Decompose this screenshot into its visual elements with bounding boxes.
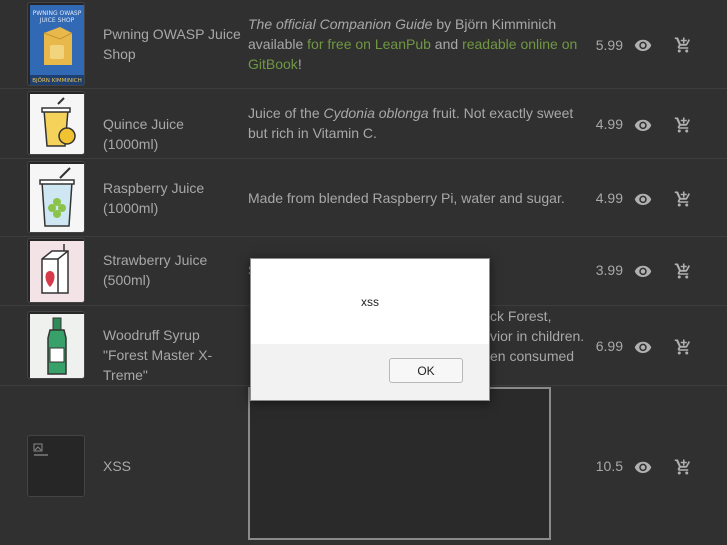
product-name: Pwning OWASP Juice Shop xyxy=(103,26,241,62)
product-name: Strawberry Juice (500ml) xyxy=(103,252,208,288)
product-image[interactable] xyxy=(27,435,85,497)
embedded-iframe[interactable] xyxy=(248,387,551,540)
desc-text: Made from blended Raspberry Pi, water an… xyxy=(248,190,565,206)
svg-text:BJÖRN KIMMINICH: BJÖRN KIMMINICH xyxy=(32,77,81,84)
add-to-basket-icon[interactable] xyxy=(674,190,692,208)
add-to-basket-icon[interactable] xyxy=(674,116,692,134)
product-description: The official Companion Guide by Björn Ki… xyxy=(248,14,583,74)
product-description: Made from blended Raspberry Pi, water an… xyxy=(248,188,583,208)
eye-icon[interactable] xyxy=(634,116,652,134)
desc-text: ! xyxy=(297,56,302,72)
table-row: Quince Juice (1000ml) Juice of the Cydon… xyxy=(0,88,727,159)
eye-icon[interactable] xyxy=(634,36,652,54)
alert-message: xss xyxy=(361,295,379,309)
product-price: 6.99 xyxy=(595,338,623,354)
product-description: ck Forest, vior in children. en consumed xyxy=(490,306,585,366)
ok-button[interactable]: OK xyxy=(389,358,463,383)
product-name: XSS xyxy=(103,458,132,474)
desc-italic: The official Companion Guide xyxy=(248,16,433,32)
add-to-basket-icon[interactable] xyxy=(674,338,692,356)
book-cover-icon: PWNING OWASP JUICE SHOP BJÖRN KIMMINICH xyxy=(30,5,84,85)
eye-icon[interactable] xyxy=(634,458,652,476)
product-price: 5.99 xyxy=(595,37,623,53)
product-price: 4.99 xyxy=(595,190,623,206)
alert-dialog: xss OK xyxy=(250,258,490,401)
add-to-basket-icon[interactable] xyxy=(674,458,692,476)
raspberry-juice-icon xyxy=(30,164,84,232)
desc-line: vior in children. xyxy=(490,328,585,344)
add-to-basket-icon[interactable] xyxy=(674,36,692,54)
product-image[interactable] xyxy=(27,311,85,379)
alert-message-area: xss xyxy=(251,259,489,344)
syrup-bottle-icon xyxy=(30,314,84,378)
svg-text:JUICE SHOP: JUICE SHOP xyxy=(39,17,75,24)
desc-text: and xyxy=(430,36,463,52)
svg-text:PWNING OWASP: PWNING OWASP xyxy=(33,10,82,17)
add-to-basket-icon[interactable] xyxy=(674,262,692,280)
quince-juice-icon xyxy=(30,94,84,154)
table-row: PWNING OWASP JUICE SHOP BJÖRN KIMMINICH … xyxy=(0,0,727,89)
product-price: 10.5 xyxy=(595,458,623,474)
table-row: Raspberry Juice (1000ml) Made from blend… xyxy=(0,158,727,237)
product-price: 4.99 xyxy=(595,116,623,132)
product-image[interactable]: PWNING OWASP JUICE SHOP BJÖRN KIMMINICH xyxy=(27,2,85,86)
product-name: Woodruff Syrup "Forest Master X-Treme" xyxy=(103,327,213,383)
product-image[interactable] xyxy=(27,91,85,155)
eye-icon[interactable] xyxy=(634,338,652,356)
desc-text: Juice of the xyxy=(248,105,324,121)
product-price: 3.99 xyxy=(595,262,623,278)
desc-italic: Cydonia oblonga xyxy=(323,105,429,121)
broken-image-icon xyxy=(30,438,82,494)
product-name: Raspberry Juice (1000ml) xyxy=(103,180,205,216)
product-description: Juice of the Cydonia oblonga fruit. Not … xyxy=(248,103,583,143)
leanpub-link[interactable]: for free on LeanPub xyxy=(307,36,431,52)
desc-line: ck Forest, xyxy=(490,308,552,324)
product-image[interactable] xyxy=(27,238,85,303)
product-name: Quince Juice (1000ml) xyxy=(103,116,184,152)
eye-icon[interactable] xyxy=(634,190,652,208)
desc-line: en consumed xyxy=(490,348,575,364)
strawberry-carton-icon xyxy=(30,241,84,302)
eye-icon[interactable] xyxy=(634,262,652,280)
product-image[interactable] xyxy=(27,161,85,233)
